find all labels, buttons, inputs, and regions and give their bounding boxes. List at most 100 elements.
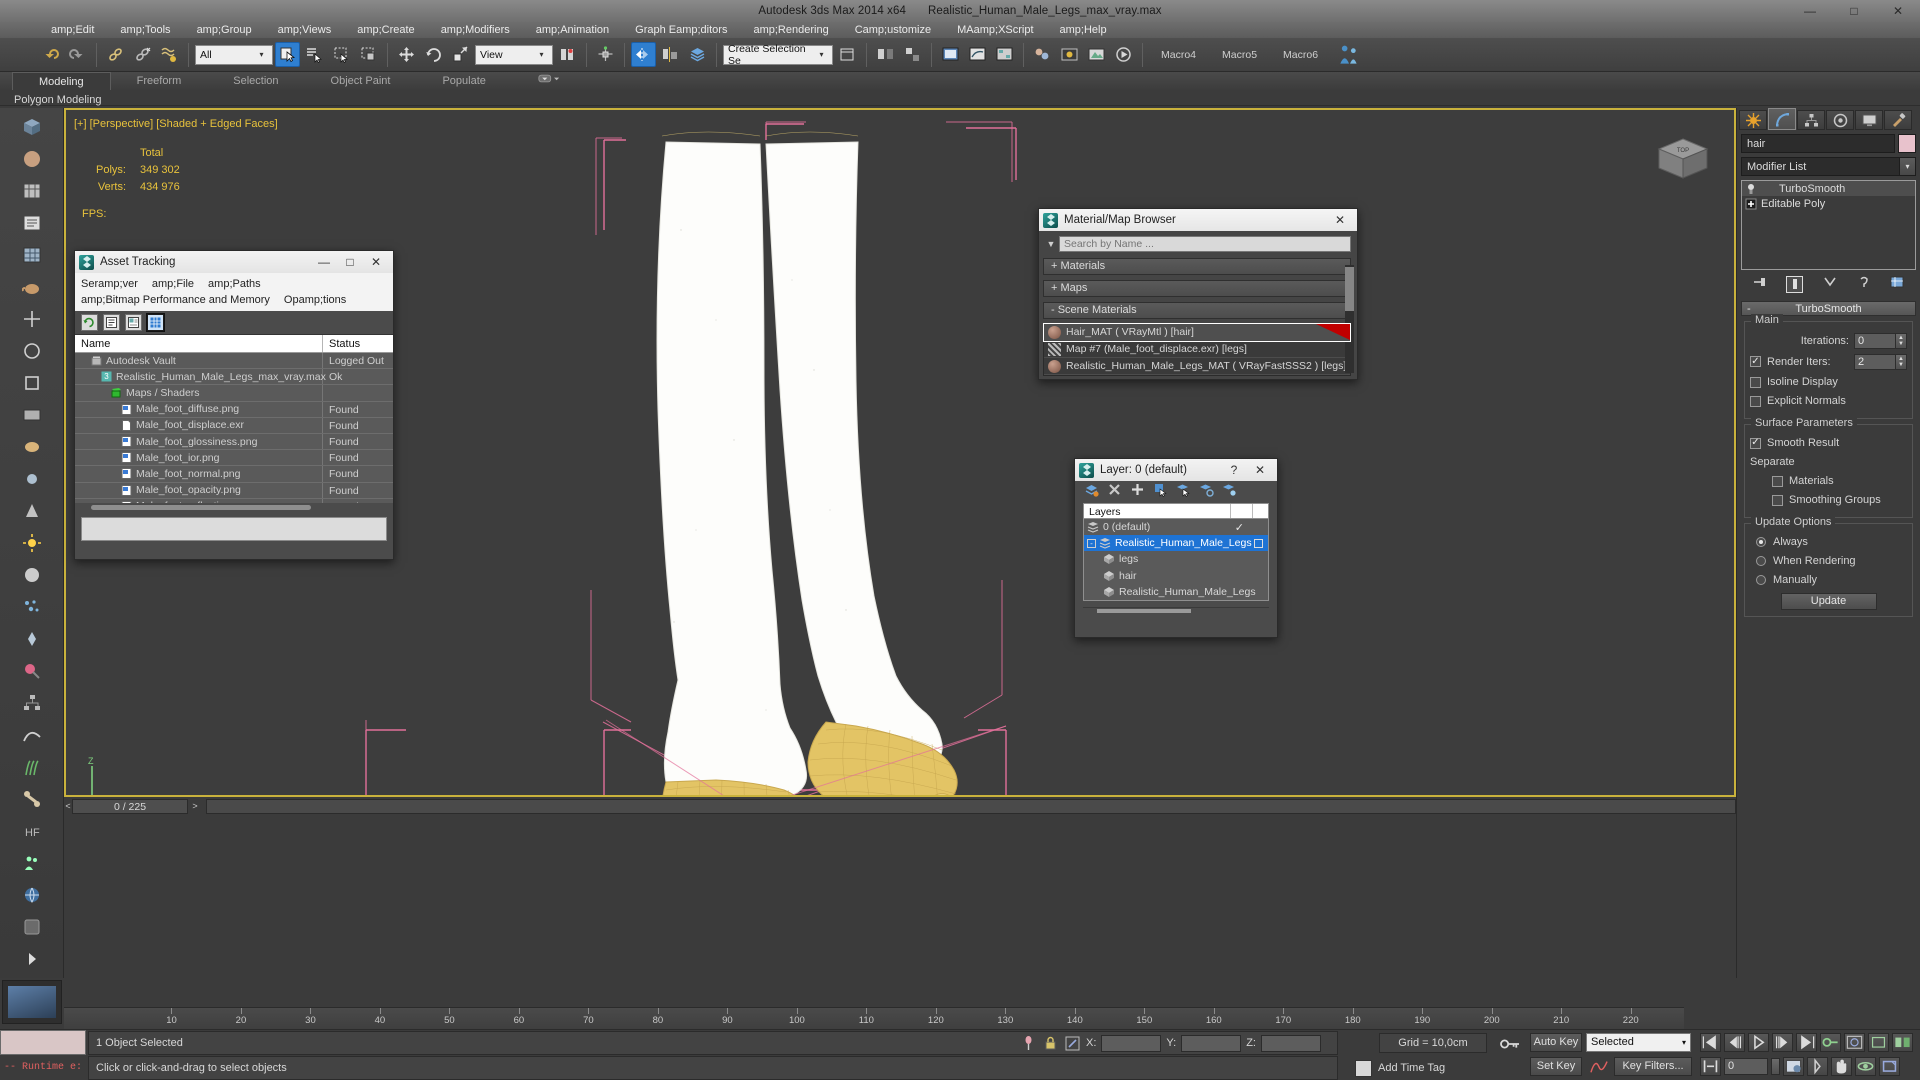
hair-icon[interactable]	[19, 754, 45, 780]
manually-row[interactable]: Manually	[1750, 572, 1907, 588]
bone-icon[interactable]	[19, 786, 45, 812]
rectangular-region-icon[interactable]	[329, 42, 354, 67]
menu-item-10[interactable]: MAamp;XScript	[944, 22, 1046, 38]
layer-row[interactable]: legs	[1084, 551, 1268, 567]
ribbon-tab-freeform[interactable]: Freeform	[111, 72, 208, 90]
mirror-tool-icon[interactable]	[873, 42, 898, 67]
go-to-start-icon[interactable]	[1700, 1033, 1721, 1052]
iterations-input[interactable]	[1854, 333, 1896, 349]
key-filters-button[interactable]: Key Filters...	[1614, 1057, 1692, 1076]
prev-frame-arrow[interactable]: <	[64, 801, 72, 811]
viewcube[interactable]: TOP	[1654, 136, 1712, 184]
layer-row[interactable]: Realistic_Human_Male_Legs	[1084, 584, 1268, 600]
ribbon-tab-modeling[interactable]: Modeling	[12, 72, 111, 90]
new-layer-icon[interactable]	[1084, 482, 1099, 502]
object-color-swatch[interactable]	[1898, 134, 1916, 153]
plus-box-icon[interactable]	[1745, 198, 1757, 210]
render-iters-checkbox[interactable]: ✓	[1750, 356, 1761, 367]
asset-row[interactable]: Male_foot_glossiness.pngFound	[75, 434, 393, 450]
active-layer-check-icon[interactable]: ✓	[1235, 521, 1244, 534]
set-key-curve-icon[interactable]	[1588, 1057, 1610, 1076]
hf-icon[interactable]: HF	[19, 818, 45, 844]
menu-item-8[interactable]: amp;Rendering	[740, 22, 841, 38]
scene-material-row[interactable]: Realistic_Human_Male_Legs_MAT ( VRayFast…	[1044, 358, 1350, 375]
capsule-icon[interactable]	[19, 434, 45, 460]
macro-button-4[interactable]: Macro4	[1149, 49, 1208, 61]
maxscript-mini-listener[interactable]: -- Runtime e:	[0, 1030, 86, 1080]
time-configuration-icon[interactable]	[1844, 1033, 1865, 1052]
when-rendering-row[interactable]: When Rendering	[1750, 553, 1907, 569]
zoom-all-icon[interactable]	[1892, 1033, 1913, 1052]
ribbon-tab-populate[interactable]: Populate	[416, 72, 511, 90]
hierarchy-tab[interactable]	[1797, 110, 1825, 130]
asset-minimize-button[interactable]: —	[311, 255, 337, 269]
scene-materials-list[interactable]: Hair_MAT ( VRayMtl ) [hair]Map #7 (Male_…	[1043, 323, 1351, 376]
asset-maximize-button[interactable]: □	[337, 255, 363, 269]
y-field[interactable]	[1181, 1035, 1241, 1052]
menu-item-11[interactable]: amp;Help	[1047, 22, 1120, 38]
motion-tab[interactable]	[1826, 110, 1854, 130]
scene-material-row[interactable]: Hair_MAT ( VRayMtl ) [hair]	[1044, 324, 1350, 341]
scale-gizmo-icon[interactable]	[19, 370, 45, 396]
layer-visibility-box[interactable]	[1254, 539, 1263, 548]
make-unique-icon[interactable]	[1823, 275, 1837, 294]
ref-coord-system-combo[interactable]: View ▾	[475, 45, 553, 65]
layer-close-button[interactable]: ✕	[1247, 463, 1273, 477]
sphere-icon[interactable]	[19, 146, 45, 172]
iterations-spinner[interactable]: ▲▼	[1854, 333, 1907, 349]
when-rendering-radio[interactable]	[1756, 556, 1766, 566]
asset-tracking-window[interactable]: Asset Tracking — □ ✕ Seramp;veramp;Filea…	[74, 250, 394, 560]
menu-item-0[interactable]: amp;Edit	[38, 22, 107, 38]
layer-row[interactable]: -Realistic_Human_Male_Legs	[1084, 535, 1268, 551]
list-view-icon[interactable]	[103, 314, 120, 331]
maximize-viewport-icon[interactable]	[1879, 1057, 1900, 1076]
current-frame-indicator[interactable]: 0 / 225	[72, 799, 188, 814]
asset-menu-item-1[interactable]: amp;File	[152, 278, 208, 290]
cone-icon[interactable]	[19, 498, 45, 524]
isoline-display-checkbox[interactable]	[1750, 377, 1761, 388]
asset-row[interactable]: Autodesk VaultLogged Out	[75, 353, 393, 369]
select-objects-in-layer-icon[interactable]	[1153, 482, 1168, 502]
edit-named-selection-icon[interactable]	[835, 42, 860, 67]
asset-row[interactable]: Male_foot_ior.pngFound	[75, 450, 393, 466]
ribbon-tab-object-paint[interactable]: Object Paint	[305, 72, 417, 90]
mirror-icon[interactable]	[631, 42, 656, 67]
reactor-icon[interactable]	[19, 914, 45, 940]
spinner-arrows-icon[interactable]: ▲▼	[1896, 333, 1907, 349]
asset-menu-item-4[interactable]: Opamp;tions	[284, 294, 360, 306]
spinner-arrows-icon[interactable]: ▲▼	[1896, 354, 1907, 370]
smooth-result-row[interactable]: ✓ Smooth Result	[1750, 435, 1907, 451]
move-gizmo-icon[interactable]	[19, 306, 45, 332]
scrollbar-thumb[interactable]	[1345, 267, 1354, 311]
add-time-tag-row[interactable]: Add Time Tag	[1355, 1058, 1445, 1078]
key-icon[interactable]	[1498, 1034, 1522, 1054]
modifier-stack-entry[interactable]: Editable Poly	[1742, 196, 1915, 211]
asset-table-body[interactable]: Autodesk VaultLogged Out3Realistic_Human…	[75, 353, 393, 503]
next-frame-arrow[interactable]: >	[188, 801, 202, 811]
layer-properties-icon[interactable]	[1222, 482, 1237, 502]
graph-editor-icon[interactable]	[938, 42, 963, 67]
undo-icon[interactable]	[38, 42, 63, 67]
close-button[interactable]: ✕	[1876, 0, 1920, 22]
render-setup-icon[interactable]	[1057, 42, 1082, 67]
pin-stack-icon[interactable]	[1753, 275, 1767, 294]
table-icon[interactable]	[19, 178, 45, 204]
minimize-button[interactable]: —	[1788, 0, 1832, 22]
scrollbar-thumb[interactable]	[1097, 609, 1191, 613]
layer-row[interactable]: 0 (default)✓	[1084, 519, 1268, 535]
previous-frame-icon[interactable]	[1724, 1033, 1745, 1052]
globe-icon[interactable]	[19, 882, 45, 908]
time-config-icon[interactable]	[1783, 1057, 1804, 1076]
utilities-tab[interactable]	[1884, 110, 1912, 130]
rollout-maps[interactable]: + Maps	[1043, 280, 1351, 297]
update-button[interactable]: Update	[1781, 593, 1877, 610]
render-production-icon[interactable]	[1111, 42, 1136, 67]
select-move-icon[interactable]	[394, 42, 419, 67]
schematic-view-icon[interactable]	[992, 42, 1017, 67]
box-icon[interactable]	[19, 114, 45, 140]
spline-icon[interactable]	[19, 722, 45, 748]
layer-table-body[interactable]: 0 (default)✓-Realistic_Human_Male_Legsle…	[1083, 519, 1269, 601]
rollout-materials[interactable]: + Materials	[1043, 258, 1351, 275]
remove-modifier-icon[interactable]	[1857, 275, 1871, 294]
time-tag-icon[interactable]	[1355, 1060, 1372, 1077]
